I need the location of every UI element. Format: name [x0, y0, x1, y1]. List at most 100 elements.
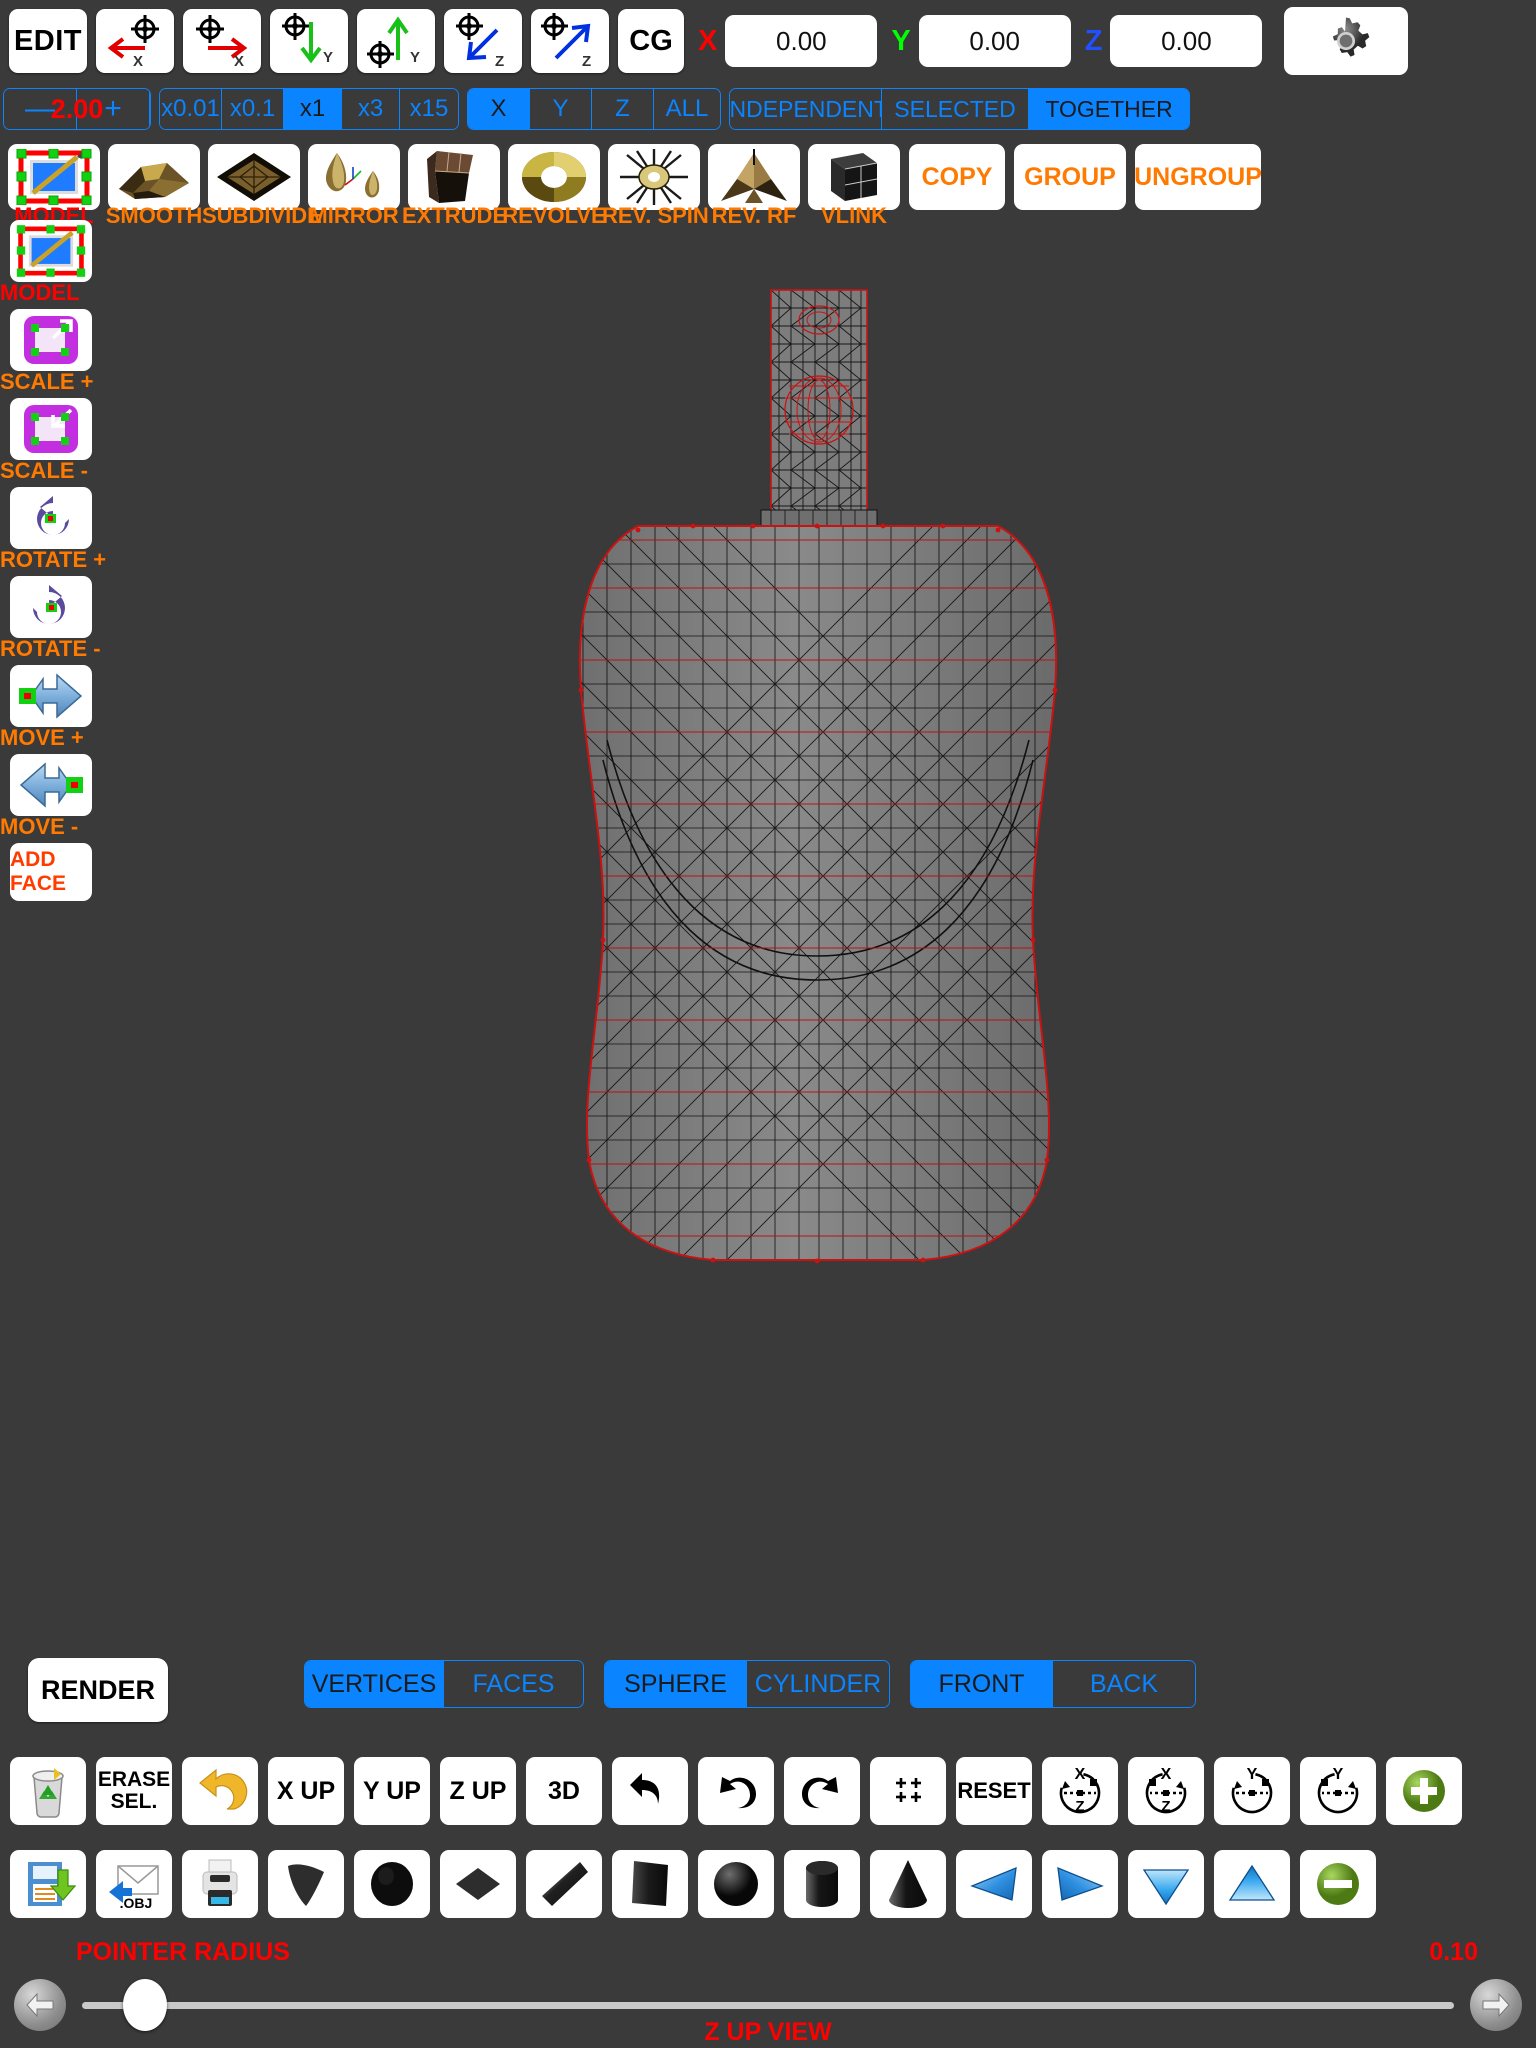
undo-arrow-button[interactable] — [698, 1757, 774, 1825]
erase-selection-button[interactable]: ERASE SEL. — [96, 1757, 172, 1825]
coord-x-input[interactable]: 0.00 — [725, 15, 878, 67]
mode-selected-tab[interactable]: SELECTED — [882, 89, 1029, 129]
zoom-in-button[interactable] — [1386, 1757, 1462, 1825]
sidebar-item-rotate-plus[interactable]: ROTATE + — [0, 487, 106, 572]
print-button[interactable] — [182, 1850, 258, 1918]
shape-tri-right-button[interactable] — [1042, 1850, 1118, 1918]
add-face-button[interactable]: ADD FACE — [10, 843, 92, 901]
settings-button[interactable] — [1284, 7, 1409, 75]
tab-faces[interactable]: FACES — [444, 1661, 583, 1707]
move-minus-y-button[interactable]: Y — [270, 9, 348, 73]
shape-tri-down-button[interactable] — [1128, 1850, 1204, 1918]
tool-vlink[interactable]: VLINK — [808, 144, 900, 228]
x-up-button[interactable]: X UP — [268, 1757, 344, 1825]
group-button[interactable]: GROUP — [1014, 144, 1126, 210]
move-plus-y-button[interactable]: Y — [357, 9, 435, 73]
tab-back[interactable]: BACK — [1053, 1661, 1195, 1707]
step-minus-button[interactable]: — — [4, 89, 77, 129]
cg-button[interactable]: CG — [618, 9, 684, 73]
shape-cylinder-button[interactable] — [784, 1850, 860, 1918]
target-down-arrow-y-icon: Y — [282, 13, 333, 66]
rotate-y-cw-button[interactable]: Y — [1300, 1757, 1376, 1825]
mode-together-tab[interactable]: TOGETHER — [1029, 89, 1189, 129]
pointer-radius-label: POINTER RADIUS — [76, 1938, 290, 1966]
y-up-button[interactable]: Y UP — [354, 1757, 430, 1825]
svg-text:Z: Z — [582, 53, 591, 70]
shape-slab-button[interactable] — [526, 1850, 602, 1918]
move-plus-z-button[interactable]: Z — [531, 9, 609, 73]
axis-all-tab[interactable]: ALL — [654, 89, 720, 129]
shape-sphere-button[interactable] — [354, 1850, 430, 1918]
rotate-y-ccw-button[interactable]: Y — [1214, 1757, 1290, 1825]
sidebar-item-model[interactable]: MODEL — [0, 220, 92, 305]
rotate-xz-ccw-button[interactable]: X Z — [1042, 1757, 1118, 1825]
shape-hemisphere-button[interactable] — [698, 1850, 774, 1918]
axis-x-tab[interactable]: X — [468, 89, 530, 129]
view-3d-button[interactable]: 3D — [526, 1757, 602, 1825]
axis-z-tab[interactable]: Z — [592, 89, 654, 129]
tool-mirror[interactable]: MIRROR — [308, 144, 400, 228]
tab-front[interactable]: FRONT — [911, 1661, 1053, 1707]
reset-button[interactable]: RESET — [956, 1757, 1032, 1825]
move-minus-x-button[interactable]: X — [96, 9, 174, 73]
tool-smooth[interactable]: SMOOTH — [106, 144, 202, 228]
coord-z-input[interactable]: 0.00 — [1110, 15, 1263, 67]
tool-revspin[interactable]: REV. SPIN — [602, 144, 709, 228]
3d-viewport[interactable] — [110, 220, 1526, 1620]
four-points-button[interactable] — [870, 1757, 946, 1825]
tool-revrf[interactable]: REV. RF — [708, 144, 800, 228]
move-minus-z-button[interactable]: Z — [444, 9, 522, 73]
mode-independent-tab[interactable]: INDEPENDENT — [730, 89, 888, 129]
target-downleft-arrow-z-icon: Z — [456, 13, 504, 70]
rotate-xz-cw-button[interactable]: X Z — [1128, 1757, 1204, 1825]
sidebar-item-move-plus[interactable]: MOVE + — [0, 665, 92, 750]
redo-arrow-button[interactable] — [784, 1757, 860, 1825]
zoom-out-button[interactable] — [1300, 1850, 1376, 1918]
import-obj-button[interactable]: .OBJ — [96, 1850, 172, 1918]
tool-revolve[interactable]: REVOLVE — [502, 144, 606, 228]
tool-model[interactable]: MODEL — [8, 144, 100, 228]
ungroup-button[interactable]: UNGROUP — [1134, 144, 1262, 210]
copy-button[interactable]: COPY — [909, 144, 1005, 210]
tab-sphere[interactable]: SPHERE — [605, 1661, 747, 1707]
front-back-group: FRONT BACK — [910, 1660, 1196, 1708]
render-button[interactable]: RENDER — [28, 1658, 168, 1722]
shape-cone-button[interactable] — [870, 1850, 946, 1918]
undo-gold-button[interactable] — [182, 1757, 258, 1825]
sidebar-item-rotate-minus[interactable]: ROTATE - — [0, 576, 101, 661]
tool-extrude[interactable]: EXTRUDE — [402, 144, 507, 228]
trash-button[interactable] — [10, 1757, 86, 1825]
tool-subdivide[interactable]: SUBDIVIDE — [202, 144, 322, 228]
shape-box-icon — [632, 1861, 668, 1906]
tab-cylinder[interactable]: CYLINDER — [747, 1661, 889, 1707]
multiplier-x3[interactable]: x3 — [342, 89, 400, 129]
sidebar-item-move-minus[interactable]: MOVE - — [0, 754, 92, 839]
z-up-button[interactable]: Z UP — [440, 1757, 516, 1825]
arrow-right-icon — [1482, 1992, 1510, 2018]
coord-y-input[interactable]: 0.00 — [918, 15, 1071, 67]
shape-diamond-icon — [456, 1868, 500, 1900]
axis-y-tab[interactable]: Y — [530, 89, 592, 129]
shape-tri-up-button[interactable] — [1214, 1850, 1290, 1918]
multiplier-x1[interactable]: x1 — [284, 89, 342, 129]
axis-select-group: X Y Z ALL — [467, 88, 721, 130]
step-plus-button[interactable]: + — [77, 89, 150, 129]
multiplier-x01[interactable]: x0.1 — [222, 89, 284, 129]
multiplier-x15[interactable]: x15 — [400, 89, 458, 129]
save-file-button[interactable] — [10, 1850, 86, 1918]
step-stepper[interactable]: — + 2.00 — [3, 88, 151, 130]
multiplier-x001[interactable]: x0.01 — [160, 89, 222, 129]
undo-button[interactable] — [612, 1757, 688, 1825]
shape-curved-plane-button[interactable] — [268, 1850, 344, 1918]
sidebar-item-scale-minus[interactable]: SCALE - — [0, 398, 92, 483]
shape-cone-icon — [889, 1860, 927, 1908]
edit-button[interactable]: EDIT — [9, 9, 87, 73]
shape-diamond-button[interactable] — [440, 1850, 516, 1918]
four-points-icon — [896, 1778, 921, 1802]
tab-vertices[interactable]: VERTICES — [305, 1661, 444, 1707]
sidebar-item-scale-plus[interactable]: SCALE + — [0, 309, 94, 394]
shape-tri-down-icon — [1142, 1869, 1190, 1906]
move-plus-x-button[interactable]: X — [183, 9, 261, 73]
shape-box-button[interactable] — [612, 1850, 688, 1918]
shape-tri-left-button[interactable] — [956, 1850, 1032, 1918]
